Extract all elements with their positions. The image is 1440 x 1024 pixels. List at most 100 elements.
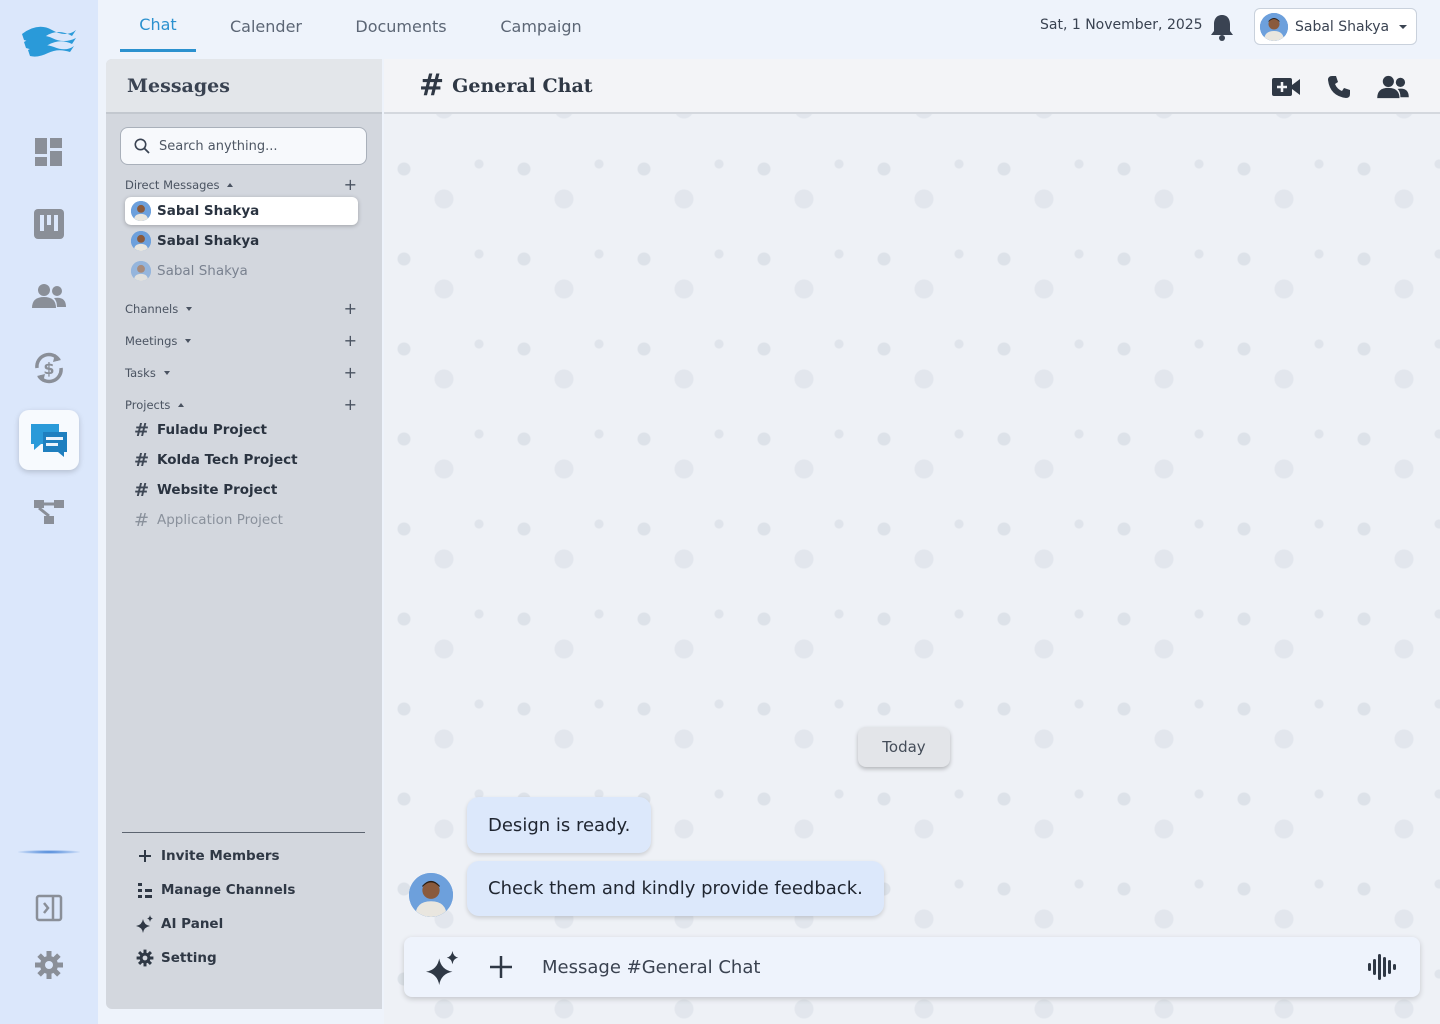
- kanban-board-icon: [34, 209, 64, 239]
- user-name: Sabal Shakya: [1295, 18, 1390, 35]
- tab-campaign[interactable]: Campaign: [466, 0, 616, 52]
- messages-header: Messages: [106, 59, 382, 114]
- add-project-button[interactable]: +: [344, 397, 357, 413]
- app-logo[interactable]: [18, 18, 80, 58]
- dm-name: Sabal Shakya: [157, 263, 248, 279]
- gear-icon: [35, 951, 63, 979]
- chat-area: # General Chat Today Design is ready. Ch…: [384, 59, 1440, 1024]
- project-item[interactable]: # Application Project: [134, 509, 283, 531]
- users-icon: [1377, 75, 1409, 99]
- dm-name: Sabal Shakya: [157, 203, 260, 219]
- section-label: Projects: [125, 398, 171, 412]
- phone-icon: [1328, 76, 1350, 98]
- action-label: AI Panel: [161, 916, 224, 932]
- bell-icon: [1211, 15, 1233, 41]
- chat-nav[interactable]: [19, 410, 79, 470]
- section-channels[interactable]: Channels +: [125, 300, 357, 318]
- settings-nav[interactable]: [19, 935, 79, 995]
- voice-call-button[interactable]: [1323, 72, 1355, 102]
- section-meetings[interactable]: Meetings +: [125, 332, 357, 350]
- section-label: Tasks: [125, 366, 156, 380]
- chevron-up-icon: [178, 403, 185, 407]
- hash-icon: #: [134, 509, 150, 531]
- chat-header: # General Chat: [384, 59, 1440, 114]
- project-item[interactable]: # Kolda Tech Project: [134, 449, 298, 471]
- dm-item[interactable]: Sabal Shakya: [125, 257, 358, 285]
- add-direct-message-button[interactable]: +: [344, 177, 357, 193]
- project-name: Fuladu Project: [157, 422, 267, 438]
- workflow-nav[interactable]: [19, 482, 79, 542]
- add-task-button[interactable]: +: [344, 365, 357, 381]
- chevron-down-icon: [1399, 24, 1408, 29]
- search-input[interactable]: [159, 138, 349, 154]
- avatar: [1260, 12, 1288, 41]
- date-divider: Today: [858, 727, 950, 767]
- dm-item[interactable]: Sabal Shakya: [125, 197, 358, 225]
- chevron-down-icon: [185, 339, 192, 343]
- attach-button[interactable]: [486, 952, 516, 982]
- ai-assist-button[interactable]: [426, 951, 460, 985]
- section-label: Direct Messages: [125, 178, 220, 192]
- add-channel-button[interactable]: +: [344, 301, 357, 317]
- section-tasks[interactable]: Tasks +: [125, 364, 357, 382]
- svg-text:$: $: [43, 359, 54, 378]
- hash-icon: #: [134, 449, 150, 471]
- ai-panel-button[interactable]: AI Panel: [136, 914, 223, 934]
- chevron-down-icon: [186, 307, 193, 311]
- workflow-icon: [34, 500, 64, 524]
- members-button[interactable]: [1377, 72, 1409, 102]
- notifications-button[interactable]: [1207, 12, 1237, 42]
- app-rail: $: [0, 0, 98, 1024]
- manage-channels-button[interactable]: Manage Channels: [136, 880, 295, 900]
- panel-title: Messages: [127, 74, 230, 97]
- section-label: Channels: [125, 302, 179, 316]
- project-name: Website Project: [157, 482, 278, 498]
- sparkle-icon: [136, 915, 154, 933]
- chevron-up-icon: [227, 183, 234, 187]
- section-label: Meetings: [125, 334, 178, 348]
- tab-documents[interactable]: Documents: [336, 0, 466, 52]
- divider: [122, 832, 365, 833]
- team-nav[interactable]: [19, 266, 79, 326]
- dashboard-nav[interactable]: [19, 122, 79, 182]
- finance-nav[interactable]: $: [19, 338, 79, 398]
- section-projects[interactable]: Projects +: [125, 396, 357, 414]
- section-direct-messages[interactable]: Direct Messages +: [125, 176, 357, 194]
- invite-members-button[interactable]: Invite Members: [136, 846, 280, 866]
- hash-icon: #: [419, 68, 445, 103]
- audio-waveform-icon: [1368, 954, 1396, 980]
- dashboard-icon: [35, 138, 62, 166]
- chat-title: General Chat: [452, 74, 593, 97]
- messages-panel: Messages Direct Messages + Sabal Shakya …: [106, 59, 382, 1009]
- voice-message-button[interactable]: [1366, 951, 1400, 983]
- message-bubble: Check them and kindly provide feedback.: [467, 861, 884, 916]
- rail-divider: [18, 850, 80, 854]
- search-box[interactable]: [120, 127, 367, 165]
- add-meeting-button[interactable]: +: [344, 333, 357, 349]
- action-label: Manage Channels: [161, 882, 296, 898]
- tab-calender[interactable]: Calender: [196, 0, 336, 52]
- currency-sync-icon: $: [35, 352, 63, 384]
- video-camera-icon: [1272, 78, 1300, 96]
- project-name: Kolda Tech Project: [157, 452, 298, 468]
- toggle-panel-nav[interactable]: [19, 878, 79, 938]
- board-nav[interactable]: [19, 194, 79, 254]
- project-name: Application Project: [157, 512, 283, 528]
- collapse-panel-icon: [35, 894, 63, 922]
- user-menu[interactable]: Sabal Shakya: [1254, 8, 1417, 45]
- hash-icon: #: [134, 479, 150, 501]
- setting-button[interactable]: Setting: [136, 948, 217, 968]
- project-item[interactable]: # Fuladu Project: [134, 419, 267, 441]
- message-input[interactable]: [542, 952, 1342, 982]
- dm-item[interactable]: Sabal Shakya: [125, 227, 358, 255]
- avatar: [131, 261, 151, 281]
- hash-icon: #: [134, 419, 150, 441]
- avatar: [131, 231, 151, 251]
- top-bar: Chat Calender Documents Campaign Sat, 1 …: [98, 0, 1440, 58]
- plus-icon: [490, 956, 512, 978]
- video-call-button[interactable]: [1270, 72, 1302, 102]
- message-bubble: Design is ready.: [467, 797, 652, 853]
- project-item[interactable]: # Website Project: [134, 479, 277, 501]
- tab-chat[interactable]: Chat: [120, 0, 196, 52]
- action-label: Setting: [161, 950, 217, 966]
